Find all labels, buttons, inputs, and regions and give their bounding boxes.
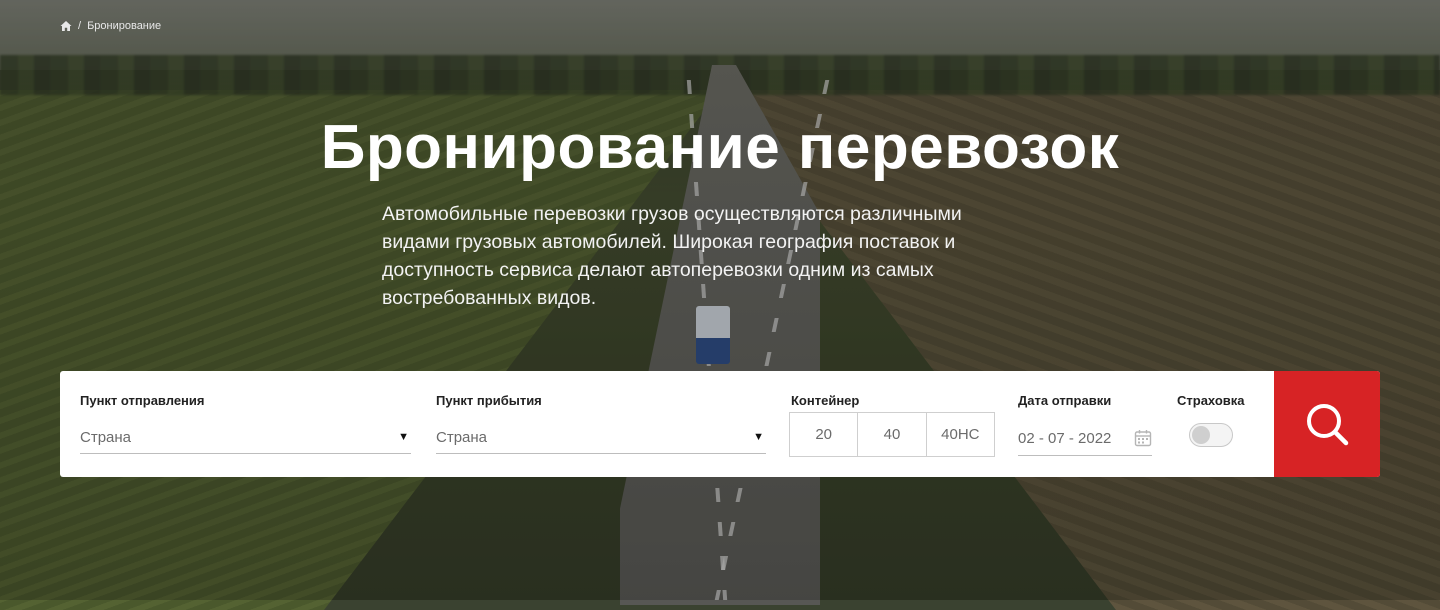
chevron-down-icon: ▼ (753, 431, 764, 443)
breadcrumb-separator: / (78, 20, 82, 32)
home-icon[interactable] (60, 20, 72, 32)
search-icon (1307, 404, 1349, 446)
arrival-label: Пункт прибытия (436, 393, 542, 408)
toggle-knob (1192, 426, 1210, 444)
booking-search-panel: Пункт отправления Страна ▼ Пункт прибыти… (60, 371, 1380, 477)
date-input[interactable]: 02 - 07 - 2022 (1018, 421, 1152, 456)
breadcrumb: / Бронирование (60, 18, 161, 34)
departure-value: Страна (80, 428, 132, 446)
hero-description: Автомобильные перевозки грузов осуществл… (382, 203, 962, 309)
insurance-toggle[interactable] (1189, 423, 1233, 447)
container-option-40hc[interactable]: 40НС (927, 413, 994, 456)
departure-label: Пункт отправления (80, 393, 205, 408)
departure-select[interactable]: Страна ▼ (80, 421, 411, 454)
container-option-40[interactable]: 40 (858, 413, 927, 456)
container-option-20[interactable]: 20 (790, 413, 859, 456)
date-label: Дата отправки (1018, 393, 1112, 408)
chevron-down-icon: ▼ (398, 431, 409, 443)
insurance-label: Страховка (1177, 393, 1245, 408)
container-selector: 20 40 40НС (789, 412, 995, 457)
breadcrumb-current: Бронирование (87, 20, 162, 32)
container-label: Контейнер (791, 393, 860, 408)
date-value: 02 - 07 - 2022 (1018, 429, 1112, 447)
page-title: Бронирование перевозок (320, 113, 1120, 182)
search-button[interactable] (1274, 371, 1380, 477)
arrival-select[interactable]: Страна ▼ (436, 421, 766, 454)
calendar-icon[interactable] (1134, 429, 1152, 447)
arrival-value: Страна (436, 428, 488, 446)
